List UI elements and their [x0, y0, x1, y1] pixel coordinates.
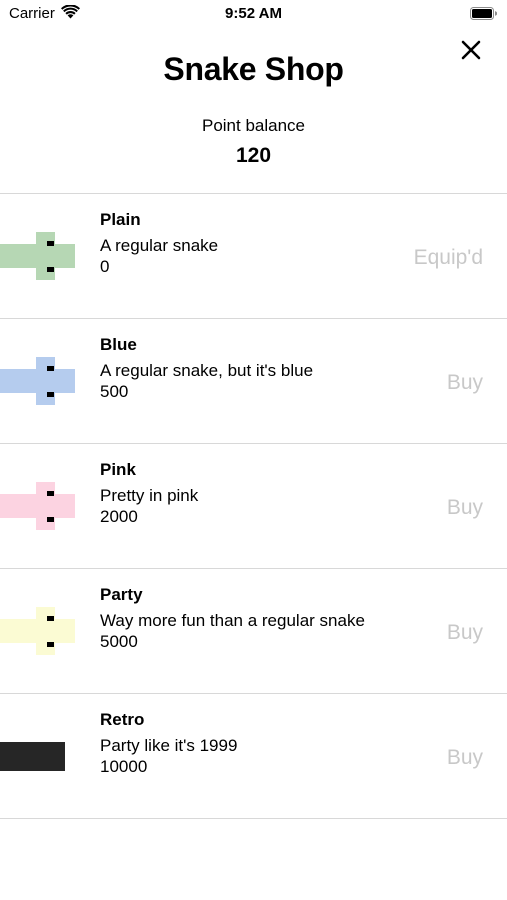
skin-price: 2000 — [100, 507, 138, 526]
snake-eye — [47, 366, 54, 371]
buy-button[interactable]: Buy — [447, 371, 483, 395]
skin-row-retro: Retro Party like it's 1999 10000 Buy — [0, 694, 507, 819]
skin-row-party: Party Way more fun than a regular snake … — [0, 569, 507, 694]
balance-value: 120 — [235, 144, 272, 167]
snake-head — [36, 607, 55, 655]
skin-price: 500 — [100, 382, 129, 401]
snake-eye — [47, 392, 54, 397]
battery-icon — [470, 7, 497, 20]
snake-head — [36, 357, 55, 405]
skin-name: Plain — [100, 210, 141, 229]
snake-preview — [0, 444, 90, 568]
skin-description: Party like it's 1999 — [100, 736, 238, 755]
skin-list: Plain A regular snake 0 Equip'd Blue A r… — [0, 193, 507, 819]
snake-preview — [0, 194, 90, 318]
buy-button[interactable]: Buy — [447, 746, 483, 770]
skin-row-plain: Plain A regular snake 0 Equip'd — [0, 194, 507, 319]
snake-eye — [47, 241, 54, 246]
skin-price: 10000 — [100, 757, 148, 776]
snake-eye — [47, 517, 54, 522]
skin-description: Way more fun than a regular snake — [100, 611, 365, 630]
buy-button[interactable]: Buy — [447, 496, 483, 520]
snake-preview — [0, 569, 90, 693]
balance-label: Point balance — [201, 116, 306, 135]
skin-row-blue: Blue A regular snake, but it's blue 500 … — [0, 319, 507, 444]
skin-name: Pink — [100, 460, 136, 479]
page-title: Snake Shop — [163, 51, 344, 87]
snake-eye — [47, 491, 54, 496]
skin-price: 5000 — [100, 632, 138, 651]
snake-head — [36, 482, 55, 530]
buy-button[interactable]: Buy — [447, 621, 483, 645]
status-bar: Carrier 9:52 AM — [0, 0, 507, 28]
snake-body — [0, 742, 65, 771]
skin-name: Party — [100, 585, 143, 604]
snake-eye — [47, 267, 54, 272]
snake-head — [36, 232, 55, 280]
skin-price: 0 — [100, 257, 110, 276]
snake-eye — [47, 616, 54, 621]
skin-row-pink: Pink Pretty in pink 2000 Buy — [0, 444, 507, 569]
snake-preview — [0, 694, 90, 818]
skin-name: Blue — [100, 335, 137, 354]
skin-description: A regular snake — [100, 236, 219, 255]
clock: 9:52 AM — [225, 5, 282, 22]
skin-description: A regular snake, but it's blue — [100, 361, 314, 380]
skin-name: Retro — [100, 710, 145, 729]
snake-preview — [0, 319, 90, 443]
skin-description: Pretty in pink — [100, 486, 199, 505]
snake-eye — [47, 642, 54, 647]
equip-button[interactable]: Equip'd — [414, 246, 483, 270]
